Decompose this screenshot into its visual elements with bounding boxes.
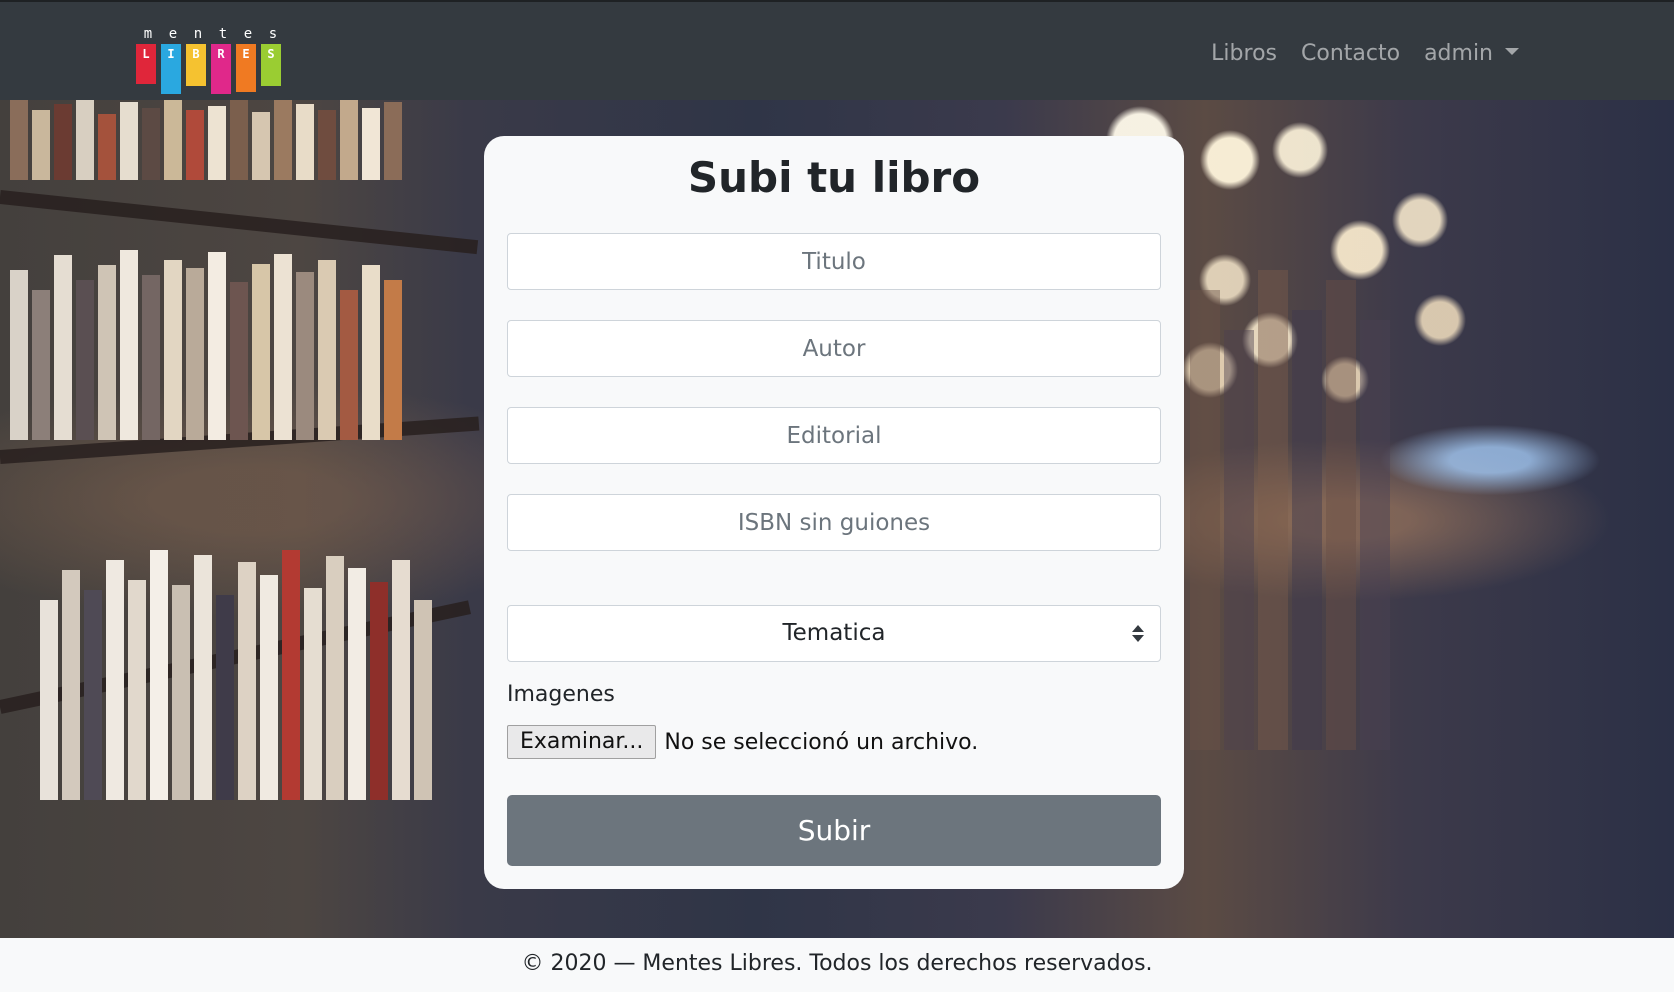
footer-copyright: © 2020 — Mentes Libres. Todos los derech…	[521, 951, 1153, 976]
logo-block: E	[236, 44, 256, 92]
file-status-text: No se seleccionó un archivo.	[664, 729, 979, 755]
books-decoration	[10, 250, 406, 440]
nav-links: Libros Contacto admin	[1211, 40, 1519, 68]
topic-select-value: Tematica	[782, 620, 886, 646]
logo-letter: m	[143, 26, 153, 42]
page-title: Subi tu libro	[687, 153, 981, 202]
books-decoration	[1190, 250, 1394, 750]
books-decoration	[10, 100, 406, 180]
submit-button[interactable]: Subir	[507, 795, 1161, 866]
browse-files-button[interactable]: Examinar...	[507, 725, 657, 759]
title-input[interactable]	[507, 233, 1161, 290]
user-menu-label: admin	[1424, 41, 1493, 66]
images-label: Imagenes	[507, 682, 615, 707]
brand-logo[interactable]: m e n t e s L I B R E S	[136, 26, 286, 94]
footer: © 2020 — Mentes Libres. Todos los derech…	[0, 938, 1674, 992]
logo-letter: t	[218, 26, 228, 42]
logo-letter: n	[193, 26, 203, 42]
logo-letter: e	[168, 26, 178, 42]
publisher-input[interactable]	[507, 407, 1161, 464]
logo-block: I	[161, 44, 181, 94]
nav-link-libros[interactable]: Libros	[1211, 40, 1277, 68]
shelf-decoration	[0, 190, 479, 255]
file-input: Examinar... No se seleccionó un archivo.	[507, 725, 978, 759]
logo-letter: s	[268, 26, 278, 42]
nav-link-contacto[interactable]: Contacto	[1301, 40, 1400, 68]
chevron-down-icon	[1505, 47, 1519, 55]
logo-block: R	[211, 44, 231, 94]
select-arrows-icon	[1132, 625, 1144, 643]
navbar: m e n t e s L I B R E S Libros Contacto …	[0, 0, 1674, 100]
logo-block: S	[261, 44, 281, 86]
logo-block: B	[186, 44, 206, 86]
author-input[interactable]	[507, 320, 1161, 377]
logo-top-letters: m e n t e s	[136, 26, 286, 42]
logo-blocks: L I B R E S	[136, 44, 286, 94]
logo-block: L	[136, 44, 156, 84]
books-decoration	[40, 540, 436, 800]
logo-letter: e	[243, 26, 253, 42]
isbn-input[interactable]	[507, 494, 1161, 551]
upload-book-card: Subi tu libro Tematica Imagenes Examinar…	[484, 136, 1184, 889]
user-menu-dropdown[interactable]: admin	[1424, 40, 1519, 68]
topic-select[interactable]: Tematica	[507, 605, 1161, 662]
